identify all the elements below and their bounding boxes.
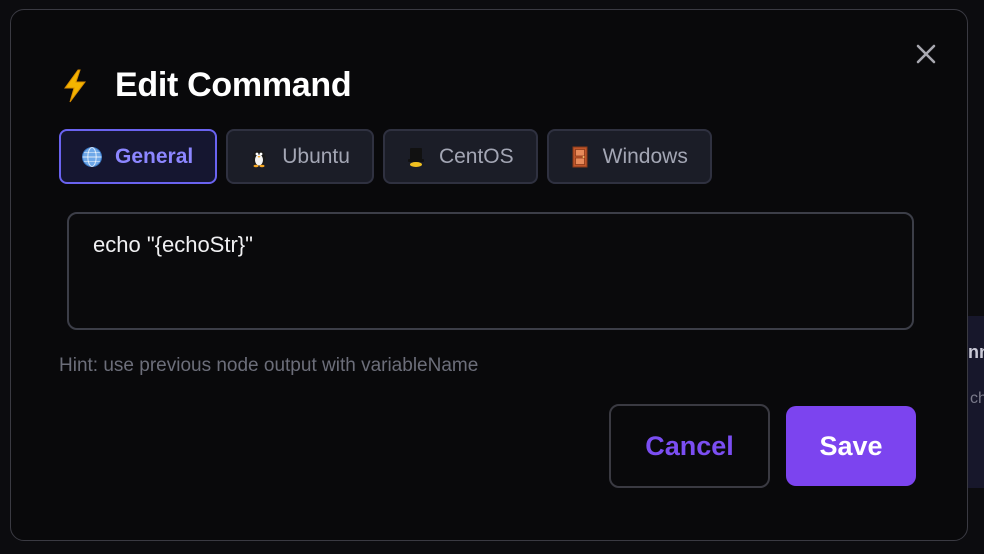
close-icon — [916, 44, 936, 64]
tab-label: General — [115, 144, 194, 168]
cancel-button-label: Cancel — [645, 430, 734, 461]
tab-ubuntu[interactable]: Ubuntu — [226, 129, 374, 184]
tab-label: Windows — [602, 144, 688, 168]
penguin-icon — [248, 146, 270, 168]
modal-title: Edit Command — [115, 66, 352, 104]
command-input[interactable]: echo "{echoStr}" — [67, 212, 914, 330]
tab-label: CentOS — [438, 144, 514, 168]
tab-windows[interactable]: Windows — [546, 129, 712, 184]
centos-icon — [405, 146, 427, 168]
close-button[interactable] — [910, 38, 942, 70]
hint-text: Hint: use previous node output with vari… — [59, 355, 479, 376]
globe-icon — [81, 146, 103, 168]
tab-general[interactable]: General — [59, 129, 218, 184]
tab-centos[interactable]: CentOS — [382, 129, 538, 184]
command-text: echo "{echoStr}" — [93, 232, 253, 257]
save-button-label: Save — [819, 430, 883, 461]
cancel-button[interactable]: Cancel — [609, 404, 770, 488]
lightning-bolt-icon — [59, 68, 91, 104]
windows-door-icon — [569, 146, 591, 168]
edit-command-modal: Edit Command General Ubuntu CentOS Windo… — [10, 9, 968, 541]
modal-header: Edit Command — [59, 66, 352, 105]
tab-label: Ubuntu — [282, 144, 350, 168]
save-button[interactable]: Save — [786, 406, 916, 486]
os-tabs: General Ubuntu CentOS Windows — [59, 129, 721, 184]
